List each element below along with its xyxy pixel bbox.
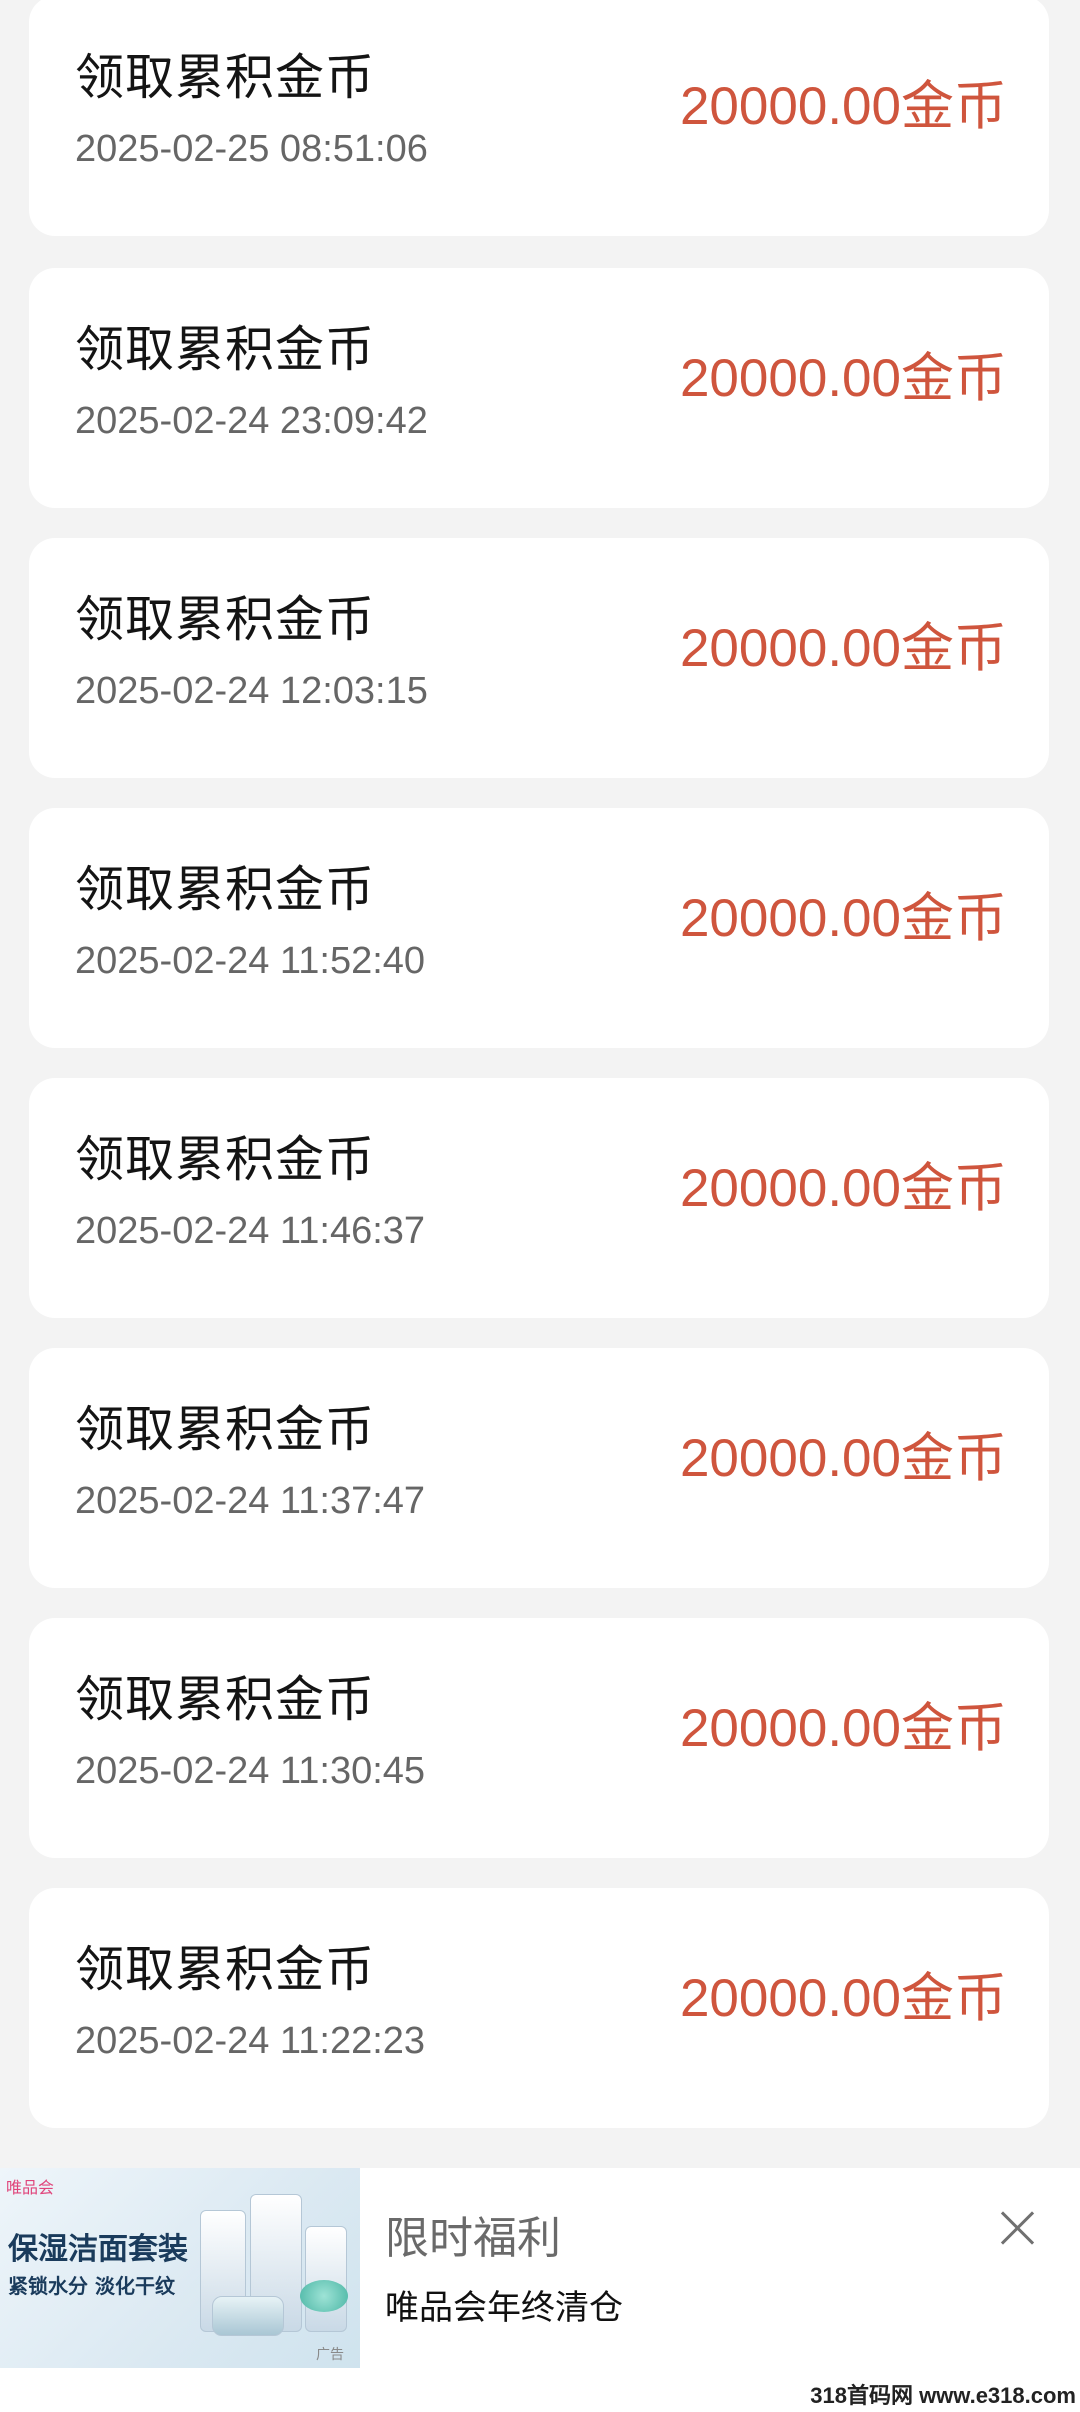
record-amount: 20000.00金币 bbox=[679, 1699, 1007, 1758]
ad-headline: 限时福利 bbox=[385, 2213, 561, 2264]
record-title: 领取累积金币 bbox=[75, 321, 376, 378]
watermark: 318首码网 www.e318.com bbox=[810, 2383, 1076, 2408]
ad-thumbnail[interactable]: 唯品会 保湿洁面套装 紧锁水分 淡化干纹 广告 bbox=[0, 2168, 360, 2368]
record-amount: 20000.00金币 bbox=[679, 77, 1007, 136]
record-title: 领取累积金币 bbox=[75, 1131, 376, 1188]
record-title: 领取累积金币 bbox=[75, 591, 376, 648]
ad-thumb-title: 保湿洁面套装 bbox=[8, 2232, 188, 2267]
record-time: 2025-02-25 08:51:06 bbox=[75, 128, 428, 170]
record-amount: 20000.00金币 bbox=[679, 1969, 1007, 2028]
record-amount: 20000.00金币 bbox=[679, 349, 1007, 408]
record-card[interactable]: 领取累积金币 2025-02-24 11:37:47 20000.00金币 bbox=[29, 1348, 1049, 1588]
record-amount: 20000.00金币 bbox=[679, 889, 1007, 948]
record-card[interactable]: 领取累积金币 2025-02-24 23:09:42 20000.00金币 bbox=[29, 268, 1049, 508]
record-time: 2025-02-24 11:46:37 bbox=[75, 1210, 426, 1252]
product-jar-image bbox=[300, 2280, 348, 2312]
record-amount: 20000.00金币 bbox=[679, 619, 1007, 678]
ad-banner[interactable]: 唯品会 保湿洁面套装 紧锁水分 淡化干纹 广告 限时福利 唯品会年终清仓 bbox=[0, 2168, 1080, 2412]
record-card[interactable]: 领取累积金币 2025-02-24 11:46:37 20000.00金币 bbox=[29, 1078, 1049, 1318]
record-time: 2025-02-24 11:22:23 bbox=[75, 2020, 426, 2062]
ad-brand-logo: 唯品会 bbox=[6, 2178, 55, 2197]
record-title: 领取累积金币 bbox=[75, 861, 376, 918]
record-title: 领取累积金币 bbox=[75, 1671, 376, 1728]
record-time: 2025-02-24 12:03:15 bbox=[75, 670, 428, 712]
record-card[interactable]: 领取累积金币 2025-02-24 11:30:45 20000.00金币 bbox=[29, 1618, 1049, 1858]
record-card[interactable]: 领取累积金币 2025-02-25 08:51:06 20000.00金币 bbox=[29, 0, 1049, 236]
product-jar-image bbox=[212, 2296, 284, 2336]
record-title: 领取累积金币 bbox=[75, 1941, 376, 1998]
record-card[interactable]: 领取累积金币 2025-02-24 12:03:15 20000.00金币 bbox=[29, 538, 1049, 778]
close-icon[interactable] bbox=[996, 2206, 1040, 2250]
record-time: 2025-02-24 11:30:45 bbox=[75, 1750, 426, 1792]
record-amount: 20000.00金币 bbox=[679, 1159, 1007, 1218]
record-time: 2025-02-24 11:52:40 bbox=[75, 940, 426, 982]
ad-description: 唯品会年终清仓 bbox=[385, 2288, 623, 2328]
ad-tag: 广告 bbox=[316, 2347, 344, 2363]
record-time: 2025-02-24 23:09:42 bbox=[75, 400, 428, 442]
record-card[interactable]: 领取累积金币 2025-02-24 11:22:23 20000.00金币 bbox=[29, 1888, 1049, 2128]
product-bottle-image bbox=[305, 2226, 347, 2332]
record-title: 领取累积金币 bbox=[75, 49, 376, 106]
ad-thumb-subtitle: 紧锁水分 淡化干纹 bbox=[8, 2274, 175, 2298]
record-amount: 20000.00金币 bbox=[679, 1429, 1007, 1488]
record-title: 领取累积金币 bbox=[75, 1401, 376, 1458]
record-card[interactable]: 领取累积金币 2025-02-24 11:52:40 20000.00金币 bbox=[29, 808, 1049, 1048]
record-time: 2025-02-24 11:37:47 bbox=[75, 1480, 426, 1522]
